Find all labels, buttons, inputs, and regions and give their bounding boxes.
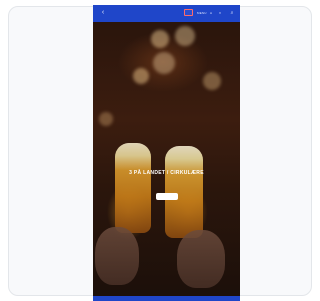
brand-logo-icon[interactable] [184,9,193,16]
bokeh-light [133,68,149,84]
bottom-navigation-bar [93,296,240,301]
beer-glass-left [115,143,151,233]
beer-glass-right [165,146,203,238]
bokeh-light [175,26,195,46]
hero-cta-button[interactable] [156,193,178,200]
nav-link-v[interactable]: V [219,10,221,16]
top-navigation-bar: ‹ MENU A V ⌕ [93,5,240,22]
hero-banner: 3 PÅ LANDET / CIRKULÆRE [93,22,240,301]
bokeh-light [151,30,169,48]
hero-headline: 3 PÅ LANDET / CIRKULÆRE [129,170,204,176]
mobile-screenshot: ‹ MENU A V ⌕ 3 PÅ LANDET / CIRKULÆRE [93,5,240,301]
hand-right [177,230,225,288]
hand-left [95,227,139,285]
nav-link-a[interactable]: A [210,10,212,16]
search-icon[interactable]: ⌕ [229,10,235,16]
bokeh-light [203,72,221,90]
bokeh-light [99,112,113,126]
nav-link-menu[interactable]: MENU [197,10,207,16]
bokeh-light [153,52,175,74]
chevron-left-icon[interactable]: ‹ [98,8,108,18]
